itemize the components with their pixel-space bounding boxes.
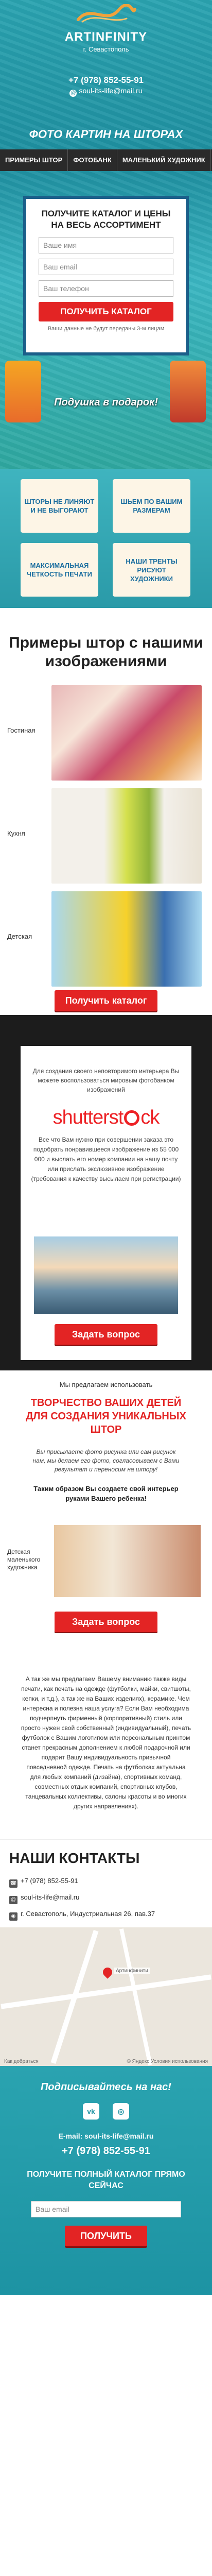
ask-question-button[interactable]: Задать вопрос bbox=[55, 1612, 157, 1632]
contact-address: г. Севастополь, Индустриальная 26, пав.3… bbox=[21, 1910, 155, 1918]
feature-card: МАКСИМАЛЬНАЯ ЧЕТКОСТЬ ПЕЧАТИ bbox=[21, 543, 98, 597]
shutterstock-logo: shutterst ck bbox=[21, 1107, 191, 1129]
kids-title: ТВОРЧЕСТВО ВАШИХ ДЕТЕЙ ДЛЯ СОЗДАНИЯ УНИК… bbox=[26, 1397, 186, 1435]
logo-swoosh-icon bbox=[77, 4, 136, 23]
features-grid: ШТОРЫ НЕ ЛИНЯЮТ И НЕ ВЫГОРАЮТ ШЬЕМ ПО ВА… bbox=[21, 479, 190, 597]
footer-cta: ПОЛУЧИТЕ ПОЛНЫЙ КАТАЛОГ ПРЯМО СЕЙЧАС bbox=[27, 2170, 185, 2190]
form-privacy-note: Ваши данные не будут переданы 3-м лицам bbox=[47, 326, 165, 332]
footer-submit-button[interactable]: ПОЛУЧИТЬ bbox=[65, 2226, 147, 2246]
examples-title: Примеры штор с нашими изображениями bbox=[9, 634, 203, 670]
logo[interactable] bbox=[75, 4, 137, 27]
name-input[interactable]: Ваше имя bbox=[39, 237, 173, 253]
header-email-row[interactable]: @ soul-its-life@mail.ru bbox=[0, 87, 212, 97]
mail-icon: @ bbox=[69, 90, 77, 97]
photobank-card: Для создания своего неповторимого интерь… bbox=[21, 1046, 191, 1360]
header-email[interactable]: soul-its-life@mail.ru bbox=[79, 87, 142, 95]
paint-tube-image bbox=[5, 361, 41, 422]
map-directions-link[interactable]: Как добраться bbox=[4, 2059, 39, 2064]
photobank-description: Все что Вам нужно при совершении заказа … bbox=[31, 1136, 181, 1182]
map-pin-icon[interactable] bbox=[101, 1965, 114, 1979]
example-row: Детская bbox=[0, 891, 212, 987]
footer-section: Подписывайтесь на нас! vk ◎ E-mail: soul… bbox=[0, 2066, 212, 2295]
contact-email[interactable]: soul-its-life@mail.ru bbox=[21, 1893, 79, 1901]
venice-image bbox=[34, 1236, 178, 1314]
example-row: Гостиная bbox=[0, 685, 212, 781]
contacts-title: НАШИ КОНТАКТЫ bbox=[9, 1850, 140, 1866]
nav-item-little-artist[interactable]: МАЛЕНЬКИЙ ХУДОЖНИК bbox=[117, 149, 211, 171]
logo-main: shutterst bbox=[52, 1107, 124, 1128]
footer-phone[interactable]: +7 (978) 852-55-91 bbox=[0, 2145, 212, 2157]
nav-item-photobank[interactable]: ФОТОБАНК bbox=[68, 149, 117, 171]
kids-image-label: Детская маленького художника bbox=[7, 1548, 41, 1571]
map-road bbox=[119, 1928, 152, 2065]
email-input[interactable]: Ваш email bbox=[39, 259, 173, 275]
logo-tail: ck bbox=[140, 1107, 160, 1128]
map-place-label: Артинфинити bbox=[114, 1968, 150, 1974]
example-label: Гостиная bbox=[7, 726, 36, 734]
city: г. Севастополь bbox=[83, 45, 129, 53]
get-catalog-button[interactable]: ПОЛУЧИТЬ КАТАЛОГ bbox=[39, 302, 173, 321]
kids-bold-text: Таким образом Вы создаете свой интерьер … bbox=[33, 1485, 179, 1502]
get-catalog-button[interactable]: Получить каталог bbox=[55, 990, 157, 1011]
social-links: vk ◎ bbox=[0, 2103, 212, 2120]
contact-phone[interactable]: +7 (978) 852-55-91 bbox=[21, 1877, 78, 1885]
location-icon: ◉ bbox=[9, 1912, 17, 1921]
ask-question-button[interactable]: Задать вопрос bbox=[55, 1324, 157, 1345]
brand-name: ARTINFINITY bbox=[64, 30, 148, 44]
instagram-icon[interactable]: ◎ bbox=[113, 2103, 129, 2120]
photobank-intro: Для создания своего неповторимого интерь… bbox=[32, 1067, 180, 1093]
kids-art-section: Мы предлагаем использовать ТВОРЧЕСТВО ВА… bbox=[0, 1370, 212, 1633]
phone-input[interactable]: Ваш телефон bbox=[39, 280, 173, 297]
kids-intro: Мы предлагаем использовать bbox=[59, 1381, 153, 1388]
printing-info-section: А так же мы предлагаем Вашему вниманию т… bbox=[0, 1633, 212, 1839]
vk-icon[interactable]: vk bbox=[83, 2103, 99, 2120]
map-footer: Как добраться © Яндекс Условия использов… bbox=[4, 2059, 208, 2064]
examples-section: Примеры штор с нашими изображениями Гост… bbox=[0, 608, 212, 1015]
photobank-section: Для создания своего неповторимого интерь… bbox=[0, 1015, 212, 1370]
footer-email-input[interactable]: Ваш email bbox=[31, 2201, 181, 2217]
feature-card: НАШИ ТРЕНТЫ РИСУЮТ ХУДОЖНИКИ bbox=[113, 543, 190, 597]
kids-curtain-image bbox=[54, 1525, 201, 1597]
map-road bbox=[1, 1974, 211, 2009]
hero-title: ФОТО КАРТИН НА ШТОРАХ bbox=[29, 128, 183, 141]
map[interactable]: Артинфинити Как добраться © Яндекс Услов… bbox=[0, 1927, 212, 2066]
example-row: Кухня bbox=[0, 788, 212, 884]
living-room-image bbox=[51, 685, 202, 781]
gift-banner: Подушка в подарок! bbox=[54, 397, 158, 408]
contacts-section: НАШИ КОНТАКТЫ ☎ +7 (978) 852-55-91 @ soul-… bbox=[0, 1839, 212, 2066]
contact-email-row[interactable]: @ soul-its-life@mail.ru bbox=[9, 1893, 79, 1904]
phone-icon: ☎ bbox=[9, 1879, 17, 1888]
hero-section: ARTINFINITY г. Севастополь +7 (978) 852-… bbox=[0, 0, 212, 469]
logo-o-icon bbox=[124, 1110, 140, 1126]
contact-phone-row[interactable]: ☎ +7 (978) 852-55-91 bbox=[9, 1877, 78, 1888]
header-phone[interactable]: +7 (978) 852-55-91 bbox=[0, 75, 212, 86]
kids-room-image bbox=[51, 891, 202, 987]
example-label: Кухня bbox=[7, 829, 25, 837]
kitchen-image bbox=[51, 788, 202, 884]
form-title: ПОЛУЧИТЕ КАТАЛОГ И ЦЕНЫ НА ВЕСЬ АССОРТИМ… bbox=[41, 209, 171, 230]
printing-info-text: А так же мы предлагаем Вашему вниманию т… bbox=[21, 1675, 191, 1810]
nav-item-examples[interactable]: ПРИМЕРЫ ШТОР bbox=[0, 149, 68, 171]
feature-card: ШЬЕМ ПО ВАШИМ РАЗМЕРАМ bbox=[113, 479, 190, 533]
kids-text: Вы присылаете фото рисунка или сам рисун… bbox=[32, 1448, 180, 1473]
features-section: ШТОРЫ НЕ ЛИНЯЮТ И НЕ ВЫГОРАЮТ ШЬЕМ ПО ВА… bbox=[0, 469, 212, 608]
subscribe-title: Подписывайтесь на нас! bbox=[41, 2081, 171, 2093]
mail-icon: @ bbox=[9, 1896, 17, 1904]
footer-email[interactable]: E-mail: soul-its-life@mail.ru bbox=[0, 2132, 212, 2140]
contact-address-row: ◉ г. Севастополь, Индустриальная 26, пав.… bbox=[9, 1910, 155, 1921]
example-label: Детская bbox=[7, 933, 32, 940]
paint-tube-image bbox=[170, 361, 206, 422]
map-copyright[interactable]: © Яндекс Условия использования bbox=[127, 2059, 208, 2064]
feature-card: ШТОРЫ НЕ ЛИНЯЮТ И НЕ ВЫГОРАЮТ bbox=[21, 479, 98, 533]
main-nav: ПРИМЕРЫ ШТОР ФОТОБАНК МАЛЕНЬКИЙ ХУДОЖНИК bbox=[0, 149, 212, 171]
catalog-form: ПОЛУЧИТЕ КАТАЛОГ И ЦЕНЫ НА ВЕСЬ АССОРТИМ… bbox=[23, 196, 189, 355]
